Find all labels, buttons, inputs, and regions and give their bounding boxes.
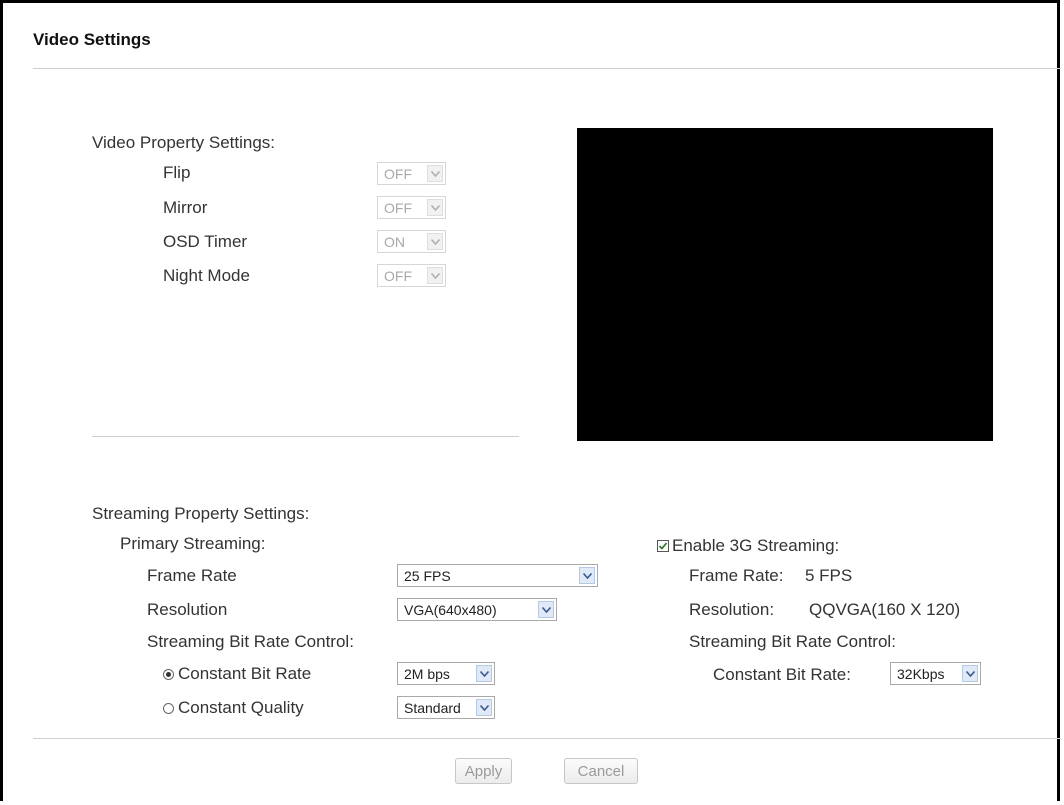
night-mode-label: Night Mode	[163, 266, 250, 285]
frame-rate-label: Frame Rate	[147, 566, 237, 585]
chevron-down-icon	[538, 601, 554, 618]
g3-cbr-select[interactable]: 32Kbps	[890, 662, 981, 685]
chevron-down-icon	[427, 199, 443, 216]
footer-divider	[33, 738, 1060, 739]
frame-rate-select[interactable]: 25 FPS	[397, 564, 598, 587]
chevron-down-icon	[476, 665, 492, 682]
chevron-down-icon	[427, 165, 443, 182]
chevron-down-icon	[579, 567, 595, 584]
enable-3g-label: Enable 3G Streaming:	[672, 536, 840, 555]
resolution-label: Resolution	[147, 600, 228, 619]
g3-frame-rate-value: 5 FPS	[805, 566, 853, 585]
cq-radio[interactable]: Constant Quality	[163, 698, 304, 718]
radio-selected-icon	[163, 669, 174, 680]
osd-timer-label: OSD Timer	[163, 232, 248, 251]
flip-select[interactable]: OFF	[377, 162, 446, 185]
cbr-radio[interactable]: Constant Bit Rate	[163, 664, 311, 684]
checkbox-checked-icon	[657, 540, 669, 552]
bitrate-control-label: Streaming Bit Rate Control:	[147, 632, 354, 651]
mirror-select[interactable]: OFF	[377, 196, 446, 219]
mirror-label: Mirror	[163, 198, 208, 217]
video-preview	[577, 128, 993, 441]
radio-unselected-icon	[163, 703, 174, 714]
page-title: Video Settings	[33, 30, 151, 49]
night-mode-select[interactable]: OFF	[377, 264, 446, 287]
chevron-down-icon	[427, 233, 443, 250]
g3-cbr-label: Constant Bit Rate:	[713, 665, 851, 684]
video-property-heading: Video Property Settings:	[92, 133, 276, 152]
cbr-select[interactable]: 2M bps	[397, 662, 495, 685]
streaming-property-heading: Streaming Property Settings:	[92, 504, 310, 523]
flip-label: Flip	[163, 163, 191, 182]
chevron-down-icon	[962, 665, 978, 682]
chevron-down-icon	[427, 267, 443, 284]
resolution-select[interactable]: VGA(640x480)	[397, 598, 557, 621]
cq-label: Constant Quality	[178, 698, 304, 717]
cbr-label: Constant Bit Rate	[178, 664, 312, 683]
chevron-down-icon	[476, 699, 492, 716]
title-divider	[33, 68, 1060, 69]
g3-resolution-label: Resolution:	[689, 600, 775, 619]
osd-timer-select[interactable]: ON	[377, 230, 446, 253]
section-divider	[92, 436, 519, 437]
cq-select[interactable]: Standard	[397, 696, 495, 719]
enable-3g-checkbox[interactable]: Enable 3G Streaming:	[657, 536, 839, 556]
apply-button[interactable]: Apply	[455, 758, 512, 784]
g3-resolution-value: QQVGA(160 X 120)	[809, 600, 961, 619]
cancel-button[interactable]: Cancel	[564, 758, 638, 784]
g3-bitrate-control-label: Streaming Bit Rate Control:	[689, 632, 896, 651]
primary-streaming-heading: Primary Streaming:	[120, 534, 266, 553]
g3-frame-rate-label: Frame Rate:	[689, 566, 784, 585]
